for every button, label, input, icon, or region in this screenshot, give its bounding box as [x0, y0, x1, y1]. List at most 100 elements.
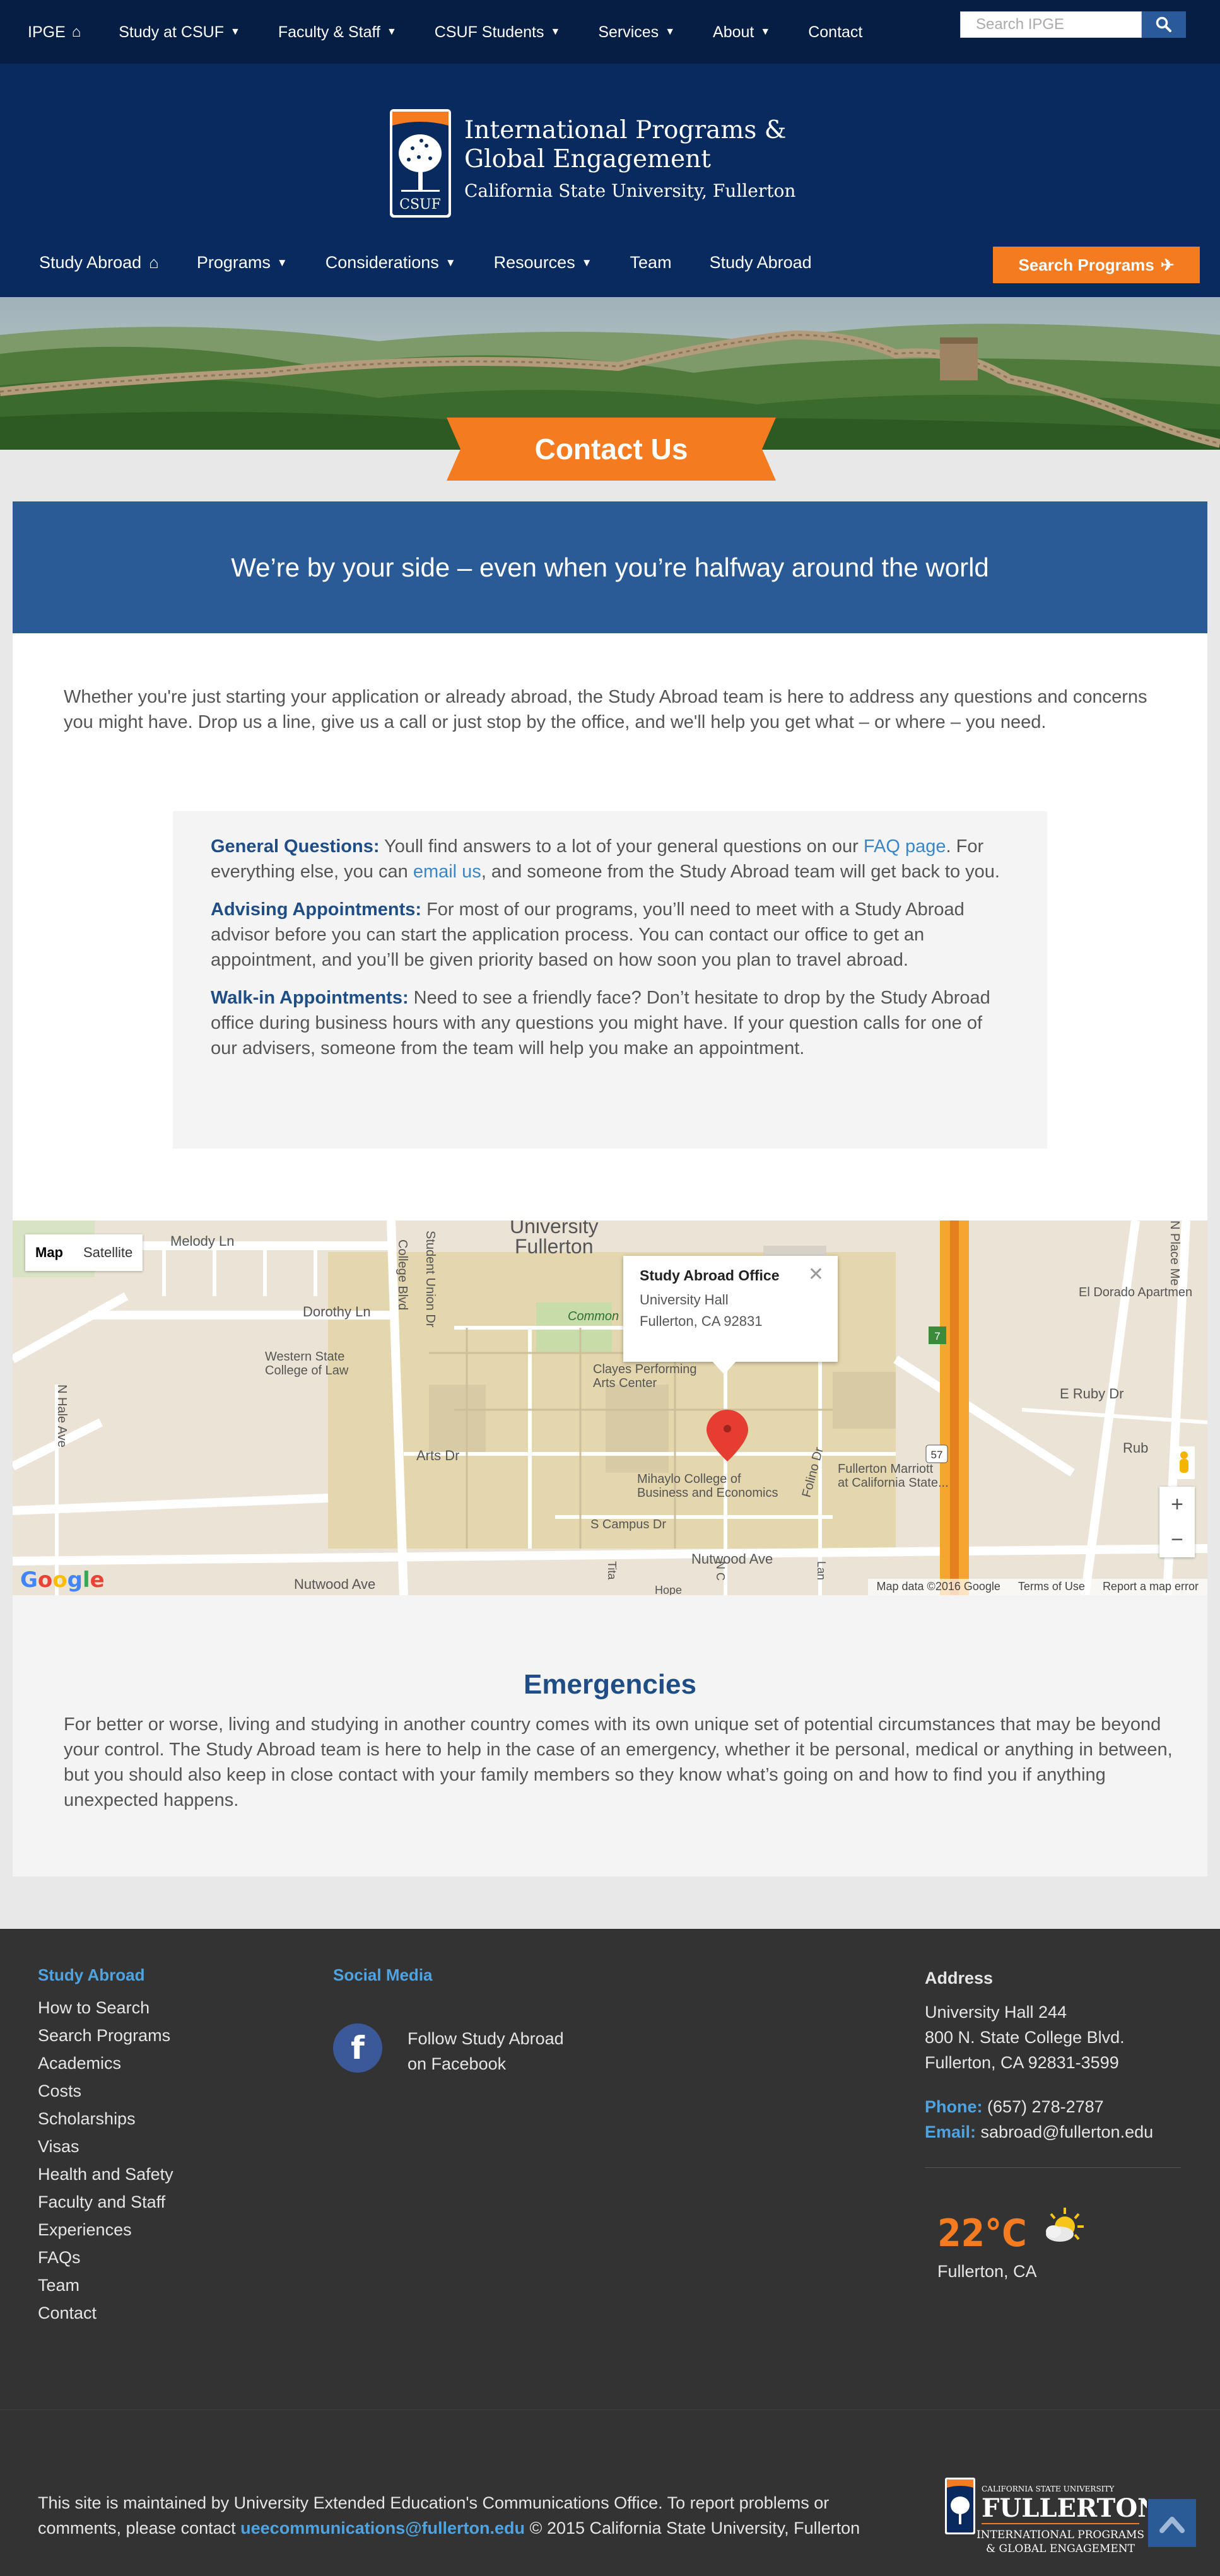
main-nav-label: Resources: [493, 253, 575, 272]
google-map[interactable]: 57 7 University Fullerton Melody Ln Doro…: [13, 1221, 1207, 1595]
caret-down-icon: ▼: [276, 256, 288, 269]
fullerton-ipge-logo[interactable]: CALIFORNIA STATE UNIVERSITY FULLERTON IN…: [945, 2471, 1147, 2566]
intro-paragraph: Whether you're just starting your applic…: [64, 687, 1147, 732]
footer-link[interactable]: Contact: [38, 2299, 173, 2327]
back-to-top-button[interactable]: [1148, 2499, 1196, 2547]
main-nav-considerations[interactable]: Considerations ▼: [326, 253, 456, 272]
top-nav-label: Faculty & Staff: [278, 23, 380, 41]
partly-sunny-icon: [1046, 2208, 1084, 2242]
caret-down-icon: ▼: [230, 26, 240, 37]
top-nav-csuf-students[interactable]: CSUF Students ▼: [435, 20, 561, 44]
svg-text:57: 57: [931, 1449, 943, 1461]
search-icon: [1156, 16, 1171, 32]
footer-link[interactable]: Team: [38, 2271, 173, 2299]
pegman-icon[interactable]: [1173, 1446, 1195, 1479]
map-canvas[interactable]: 57 7 University Fullerton Melody Ln Doro…: [13, 1221, 1207, 1595]
caret-down-icon: ▼: [665, 26, 676, 37]
footer-link[interactable]: FAQs: [38, 2244, 173, 2271]
top-nav-study-at-csuf[interactable]: Study at CSUF ▼: [119, 20, 240, 44]
main-nav-label: Considerations: [325, 253, 439, 272]
svg-text:N Hale Ave: N Hale Ave: [55, 1385, 69, 1448]
general-questions-heading: General Questions:: [211, 836, 380, 857]
footer-heading: Address: [925, 1969, 994, 1988]
svg-text:Dorothy Ln: Dorothy Ln: [303, 1304, 371, 1320]
svg-text:Rub: Rub: [1123, 1440, 1148, 1456]
site-subtitle: California State University, Fullerton: [464, 180, 796, 201]
footer-heading[interactable]: Study Abroad: [38, 1965, 173, 1985]
zoom-out-button[interactable]: −: [1159, 1522, 1195, 1557]
footer-link[interactable]: Search Programs: [38, 2022, 173, 2049]
svg-text:College of Law: College of Law: [265, 1364, 349, 1378]
main-nav-resources[interactable]: Resources ▼: [494, 253, 592, 272]
google-logo: Google: [20, 1567, 105, 1593]
footer-bottom-divider: [0, 2409, 1220, 2410]
address-line: 800 N. State College Blvd.: [925, 2028, 1125, 2047]
footer-social: Social Media: [333, 1965, 433, 1994]
search-button[interactable]: [1142, 11, 1186, 38]
svg-text:Common: Common: [568, 1309, 619, 1323]
footer-link[interactable]: Scholarships: [38, 2105, 173, 2133]
search-input[interactable]: Search IPGE: [960, 11, 1142, 38]
svg-text:CALIFORNIA STATE UNIVERSITY: CALIFORNIA STATE UNIVERSITY: [982, 2485, 1115, 2493]
footer-heading: Social Media: [333, 1965, 433, 1984]
tagline-text: We’re by your side – even when you’re ha…: [231, 552, 989, 582]
caret-down-icon: ▼: [581, 256, 592, 269]
search-programs-button[interactable]: Search Programs ✈: [993, 247, 1200, 283]
main-nav-label: Study Abroad: [709, 253, 812, 272]
top-nav-label: About: [713, 23, 754, 41]
main-nav-team[interactable]: Team: [630, 253, 672, 272]
footer-text: © 2015 California State University, Full…: [525, 2519, 860, 2538]
close-icon[interactable]: ✕: [808, 1263, 824, 1285]
top-nav-about[interactable]: About ▼: [713, 20, 770, 44]
main-nav-label: Team: [630, 253, 672, 272]
svg-text:Student Union Dr: Student Union Dr: [423, 1231, 437, 1328]
email-us-link[interactable]: email us: [413, 862, 481, 882]
contact-info-box: General Questions: Youll find answers to…: [173, 811, 1047, 1149]
svg-text:N C: N C: [714, 1561, 727, 1581]
footer-link[interactable]: Experiences: [38, 2216, 173, 2244]
top-nav-ipge[interactable]: IPGE ⌂: [28, 20, 81, 44]
top-nav-contact[interactable]: Contact: [808, 20, 862, 44]
footer-link[interactable]: Costs: [38, 2077, 173, 2105]
content-panel: We’re by your side – even when you’re ha…: [13, 501, 1207, 1876]
footer-link[interactable]: How to Search: [38, 1994, 173, 2022]
svg-text:College Blvd: College Blvd: [396, 1239, 409, 1310]
advising-paragraph: Advising Appointments: For most of our p…: [211, 897, 1009, 973]
main-nav: Study Abroad ⌂ Programs ▼ Considerations…: [39, 253, 850, 272]
zoom-in-button[interactable]: +: [1159, 1487, 1195, 1522]
walkin-heading: Walk-in Appointments:: [211, 988, 409, 1008]
address-line: University Hall 244: [925, 2003, 1067, 2022]
svg-text:FULLERTON: FULLERTON: [982, 2493, 1147, 2523]
faq-link[interactable]: FAQ page: [864, 836, 946, 857]
svg-text:& GLOBAL ENGAGEMENT: & GLOBAL ENGAGEMENT: [986, 2543, 1135, 2555]
footer-link[interactable]: Health and Safety: [38, 2160, 173, 2188]
general-text: Youll find answers to a lot of your gene…: [379, 836, 864, 857]
map-type-map[interactable]: Map: [25, 1234, 73, 1271]
info-pointer: [712, 1361, 737, 1374]
footer-link[interactable]: Visas: [38, 2133, 173, 2160]
main-nav-programs[interactable]: Programs ▼: [197, 253, 288, 272]
main-nav-label: Study Abroad: [39, 253, 142, 272]
svg-text:El Dorado Apartmen: El Dorado Apartmen: [1079, 1285, 1192, 1299]
site-title[interactable]: International Programs & Global Engageme…: [464, 116, 874, 174]
report-error-link[interactable]: Report a map error: [1094, 1579, 1207, 1595]
footer-link[interactable]: Academics: [38, 2049, 173, 2077]
top-nav-faculty-staff[interactable]: Faculty & Staff ▼: [278, 20, 397, 44]
top-nav-services[interactable]: Services ▼: [598, 20, 675, 44]
caret-down-icon: ▼: [550, 26, 561, 37]
terms-link[interactable]: Terms of Use: [1009, 1579, 1094, 1595]
top-bar: IPGE ⌂ Study at CSUF ▼ Faculty & Staff ▼…: [0, 0, 1220, 64]
main-nav-study-abroad[interactable]: Study Abroad: [710, 253, 812, 272]
svg-text:Business and Economics: Business and Economics: [637, 1486, 778, 1500]
uee-email-link[interactable]: ueecommunications@fullerton.edu: [240, 2519, 525, 2538]
facebook-text[interactable]: Follow Study Abroad on Facebook: [408, 2026, 564, 2076]
emergencies-heading: Emergencies: [524, 1669, 696, 1700]
csuf-seal-logo[interactable]: CSUF: [390, 109, 451, 218]
main-nav-study-abroad-home[interactable]: Study Abroad ⌂: [39, 253, 159, 272]
map-type-satellite[interactable]: Satellite: [73, 1234, 143, 1271]
facebook-follow[interactable]: f Follow Study Abroad on Facebook: [333, 2023, 564, 2076]
footer-link[interactable]: Faculty and Staff: [38, 2188, 173, 2216]
facebook-icon[interactable]: f: [333, 2023, 382, 2073]
emergencies-text: For better or worse, living and studying…: [64, 1714, 1173, 1810]
top-nav-label: Services: [598, 23, 659, 41]
